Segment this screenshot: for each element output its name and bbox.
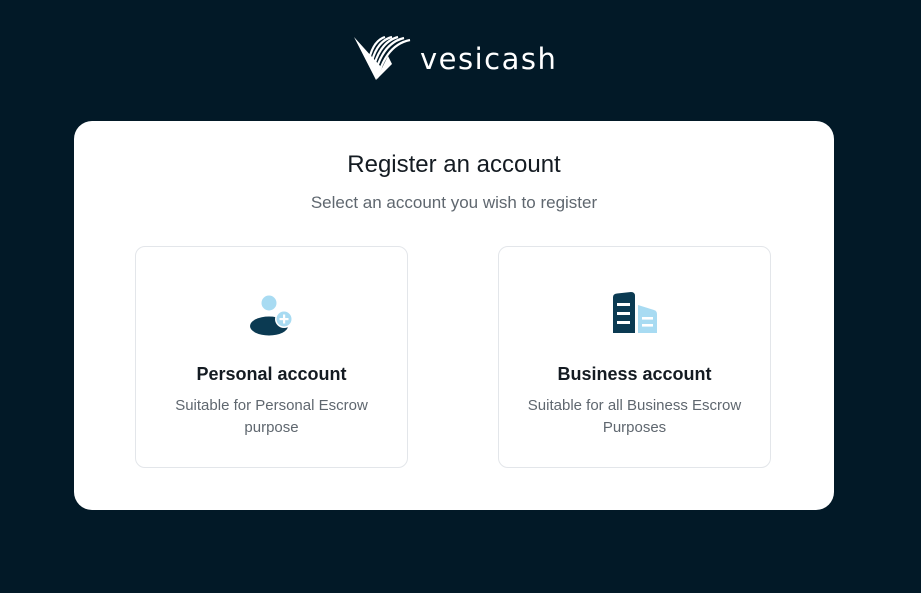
personal-account-title: Personal account [196,364,347,384]
brand-name: vesicash [420,42,558,76]
register-card: Register an account Select an account yo… [74,121,834,510]
brand-header: vesicash [352,34,557,82]
page-title: Register an account [347,151,561,178]
vesicash-logo-icon [354,35,411,80]
business-account-title: Business account [557,364,712,384]
register-page: vesicash Register an account Select an a… [0,0,921,593]
personal-account-description: Suitable for Personal Escrow purpose [175,397,368,436]
user-add-icon [249,295,293,336]
personal-account-option[interactable]: Personal account Suitable for Personal E… [135,246,408,468]
business-account-description: Suitable for all Business Escrow Purpose… [527,397,742,436]
page-subtitle: Select an account you wish to register [310,193,598,212]
business-account-option[interactable]: Business account Suitable for all Busine… [498,246,771,468]
building-icon [612,292,657,333]
